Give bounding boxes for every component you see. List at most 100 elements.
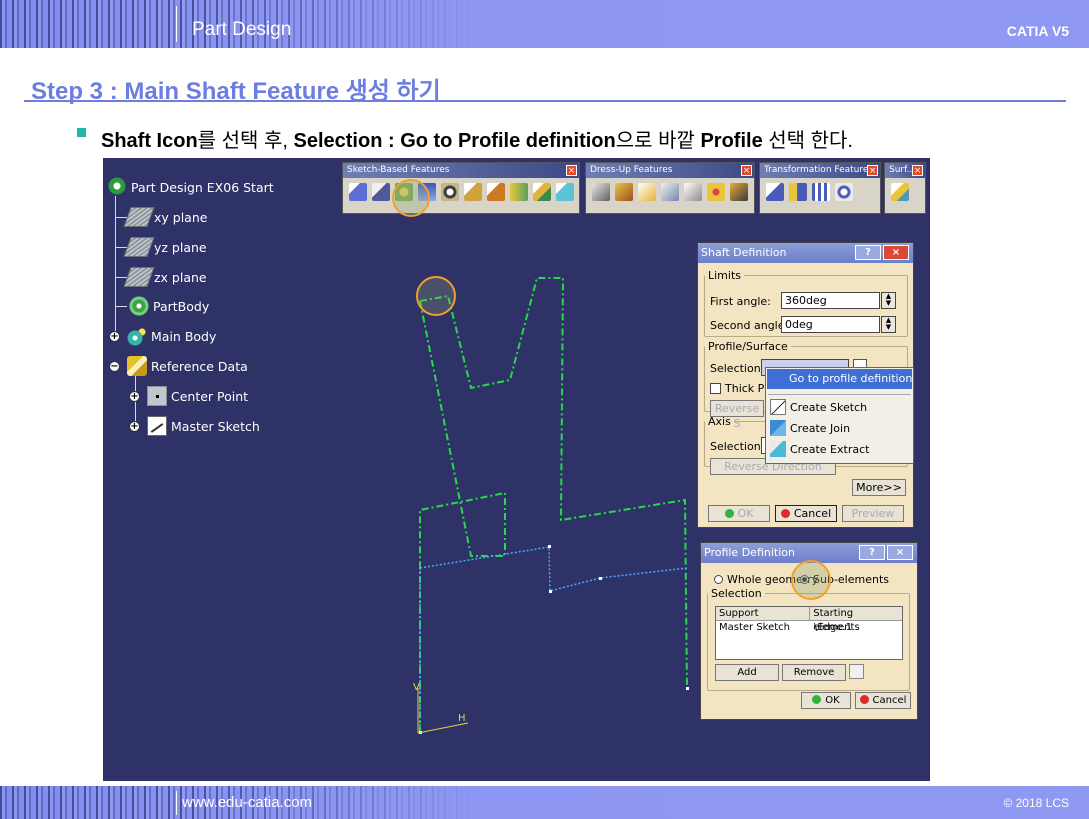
ok-button[interactable]: OK: [708, 505, 770, 522]
title-underline: [24, 100, 1066, 102]
translate-icon[interactable]: [766, 183, 784, 201]
help-icon[interactable]: ?: [859, 545, 885, 560]
thick-profile-checkbox[interactable]: [710, 383, 721, 394]
tree-item-label: yz plane: [154, 239, 207, 255]
help-icon[interactable]: ?: [855, 245, 881, 260]
close-icon[interactable]: ×: [566, 165, 577, 176]
second-angle-input[interactable]: 0deg: [781, 316, 880, 333]
axis-selection-label: Selection:: [710, 440, 765, 453]
selection-context-menu[interactable]: Go to profile definition Create Sketch C…: [765, 367, 914, 464]
table-row[interactable]: Master Sketch \Edge.1: [716, 621, 902, 634]
point-icon: [147, 386, 167, 406]
pocket-icon[interactable]: [372, 183, 390, 201]
col-support: Support: [716, 607, 811, 620]
tree-item-partbody[interactable]: PartBody: [129, 296, 209, 316]
first-angle-input[interactable]: 360deg: [781, 292, 880, 309]
edit-sketch-icon[interactable]: [849, 664, 864, 679]
close-icon[interactable]: ×: [741, 165, 752, 176]
gear-icon: [129, 296, 149, 316]
tree-item-main-body[interactable]: Main Body: [127, 326, 216, 346]
cancel-button[interactable]: Cancel: [855, 692, 911, 709]
pattern-icon[interactable]: [812, 183, 830, 201]
tree-connector: [115, 277, 127, 278]
tree-root[interactable]: Part Design EX06 Start: [107, 177, 274, 197]
pad-icon[interactable]: [349, 183, 367, 201]
fillet-icon[interactable]: [592, 183, 610, 201]
profile-outline: [419, 300, 506, 733]
mirror-icon[interactable]: [789, 183, 807, 201]
slot-icon[interactable]: [487, 183, 505, 201]
tree-item-yz-plane[interactable]: yz plane: [123, 237, 207, 257]
menu-item-label: Go to profile definition: [789, 372, 913, 385]
remove-button[interactable]: Remove: [782, 664, 846, 681]
sketch-icon: [770, 399, 786, 415]
close-icon[interactable]: ×: [883, 245, 909, 260]
ok-button[interactable]: OK: [801, 692, 851, 709]
second-angle-label: Second angle:: [710, 319, 789, 332]
whole-geometry-radio[interactable]: [714, 575, 723, 584]
hole-icon[interactable]: [441, 183, 459, 201]
second-angle-spinner[interactable]: ▲ ▼: [881, 316, 896, 333]
sketch-point: [548, 545, 551, 548]
menu-item-create-sketch[interactable]: Create Sketch: [767, 398, 867, 418]
profile-selection-label: Selection:: [710, 362, 765, 375]
scaling-icon[interactable]: [835, 183, 853, 201]
tree-item-xy-plane[interactable]: xy plane: [123, 207, 207, 227]
collapse-minus-icon[interactable]: −: [109, 361, 120, 372]
header-bar: Part Design CATIA V5: [0, 0, 1089, 48]
split-icon[interactable]: [891, 183, 909, 201]
menu-item-go-to-profile-definition[interactable]: Go to profile definition: [767, 369, 912, 389]
rib-icon[interactable]: [464, 183, 482, 201]
body-icon: [127, 326, 147, 346]
selection-legend: Selection: [711, 587, 762, 600]
menu-item-create-join[interactable]: Create Join: [767, 419, 850, 439]
catia-viewport[interactable]: V H Part Design EX06 Start xy plane yz p…: [103, 158, 930, 781]
add-button[interactable]: Add: [715, 664, 779, 681]
highlight-circle-profile-edge: [416, 276, 456, 316]
chamfer-icon[interactable]: [615, 183, 633, 201]
draft-icon[interactable]: [638, 183, 656, 201]
h-axis-line: [417, 722, 469, 734]
tree-item-reference-data[interactable]: Reference Data: [127, 356, 248, 376]
footer-copyright: © 2018 LCS: [1003, 796, 1069, 810]
tree-item-zx-plane[interactable]: zx plane: [123, 267, 207, 287]
remove-face-icon[interactable]: [730, 183, 748, 201]
h-axis-label: H: [458, 713, 466, 724]
remove-multi-section-icon[interactable]: [556, 183, 574, 201]
ok-label: OK: [825, 695, 840, 706]
footer-url[interactable]: www.edu-catia.com: [182, 794, 312, 811]
selection-table[interactable]: Support Starting elements Master Sketch …: [715, 606, 903, 660]
preview-button[interactable]: Preview: [842, 505, 904, 522]
tree-connector: [115, 306, 127, 307]
toolbar-surface[interactable]: Surf... ×: [884, 162, 926, 214]
stiffener-icon[interactable]: [510, 183, 528, 201]
thickness-icon[interactable]: [684, 183, 702, 201]
more-button[interactable]: More>>: [852, 479, 906, 496]
extract-icon: [770, 441, 786, 457]
cancel-button[interactable]: Cancel: [775, 505, 837, 522]
dialog-title-bar[interactable]: Shaft Definition ? ×: [698, 243, 913, 263]
tree-item-label: Main Body: [151, 328, 217, 344]
toolbar-sketch-based-features[interactable]: Sketch-Based Features ×: [342, 162, 580, 214]
toolbar-transformation-features[interactable]: Transformation Features ×: [759, 162, 881, 214]
instruction-text: Shaft Icon를 선택 후, Selection : Go to Prof…: [101, 124, 853, 153]
highlight-circle-shaft-icon: [392, 179, 430, 217]
first-angle-spinner[interactable]: ▲ ▼: [881, 292, 896, 309]
tree-item-master-sketch[interactable]: Master Sketch: [147, 416, 260, 436]
tree-item-center-point[interactable]: Center Point: [147, 386, 248, 406]
shell-icon[interactable]: [661, 183, 679, 201]
multi-section-icon[interactable]: [533, 183, 551, 201]
tree-item-label: Reference Data: [151, 358, 248, 374]
toolbar-dress-up-features[interactable]: Dress-Up Features ×: [585, 162, 755, 214]
close-icon[interactable]: ×: [912, 165, 923, 176]
col-starting: Starting elements: [813, 608, 860, 633]
expand-plus-icon[interactable]: +: [109, 331, 120, 342]
expand-plus-icon[interactable]: +: [129, 421, 140, 432]
close-icon[interactable]: ×: [887, 545, 913, 560]
thread-icon[interactable]: [707, 183, 725, 201]
row-starting: \Edge.1: [814, 622, 853, 633]
menu-item-create-extract[interactable]: Create Extract: [767, 440, 869, 460]
close-icon[interactable]: ×: [867, 165, 878, 176]
instr-part-4: 으로 바깥: [615, 130, 701, 152]
expand-plus-icon[interactable]: +: [129, 391, 140, 402]
